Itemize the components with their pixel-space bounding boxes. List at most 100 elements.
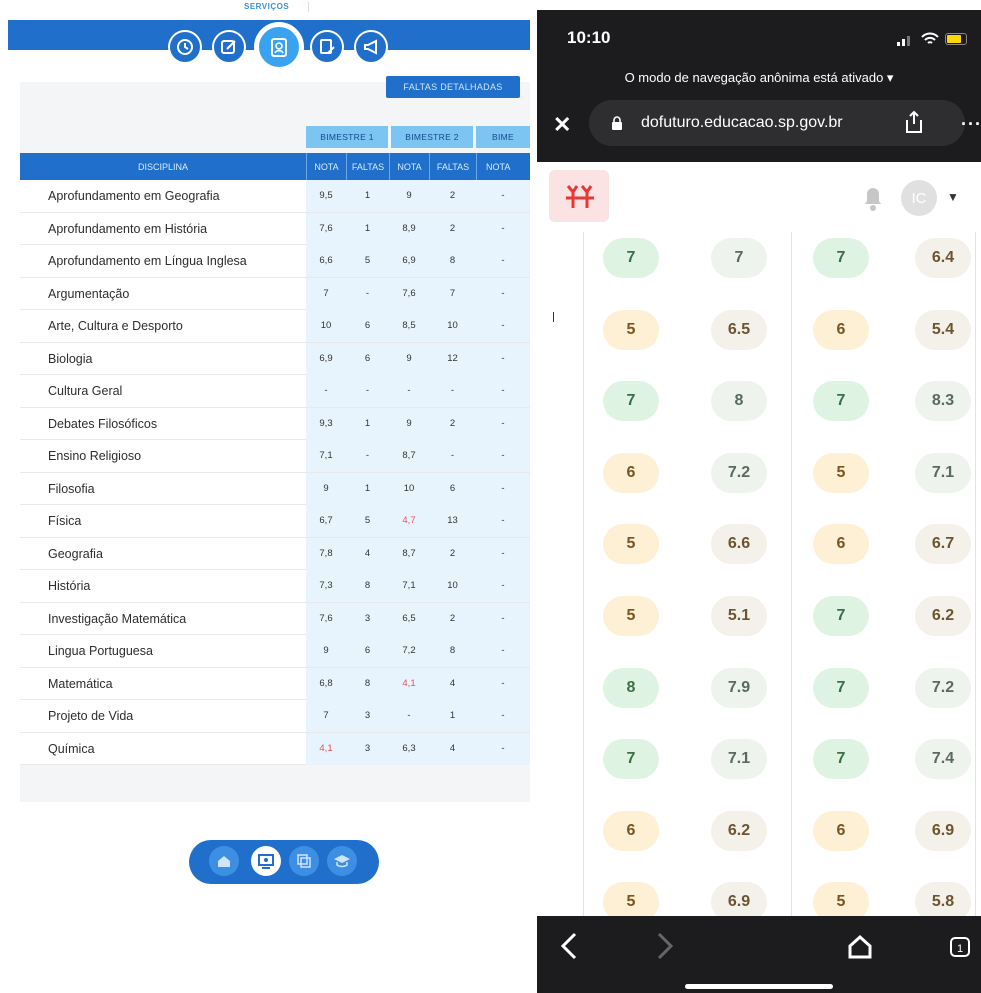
classroom-icon[interactable] <box>251 846 281 876</box>
megaphone-icon[interactable] <box>354 30 388 64</box>
graduation-icon[interactable] <box>327 846 357 876</box>
assignments-icon[interactable] <box>310 30 344 64</box>
nota-cell: 7,6 <box>306 212 346 245</box>
bimestre-2-header: BIMESTRE 2 <box>391 126 473 148</box>
scroll-marker <box>553 312 554 322</box>
nota-cell: 9,3 <box>306 407 346 440</box>
score-pill: 7 <box>813 238 869 278</box>
table-row: Debates Filosóficos 9,3 1 9 2- <box>20 407 530 440</box>
faltas-cell: 4 <box>346 537 389 570</box>
table-row: Matemática 6,8 8 4,1 4- <box>20 667 530 700</box>
score-pill: 7.2 <box>711 452 767 493</box>
faltas-cell: 6 <box>346 342 389 375</box>
chevron-down-icon[interactable]: ▼ <box>947 190 959 204</box>
more-icon[interactable]: ··· <box>961 114 981 135</box>
table-row: História 7,3 8 7,1 10- <box>20 570 530 603</box>
bottom-navigation <box>189 840 379 884</box>
faltas-cell: 8 <box>346 570 389 602</box>
score-pill: 5 <box>813 452 869 493</box>
faltas-cell: - <box>346 375 389 407</box>
faltas-cell: - <box>346 277 389 310</box>
faltas-cell: 5 <box>346 505 389 537</box>
nota-cell: 4,1 <box>389 667 429 700</box>
nota-cell: 9 <box>306 472 346 505</box>
edit-icon[interactable] <box>212 30 246 64</box>
table-row: Aprofundamento em História 7,6 1 8,9 2- <box>20 212 530 245</box>
avatar[interactable]: IC <box>901 180 937 216</box>
nota-cell: 9 <box>389 180 429 212</box>
table-row: Biologia 6,9 6 9 12- <box>20 342 530 375</box>
faltas-cell: 10 <box>429 570 476 602</box>
servicos-label[interactable]: SERVIÇOS <box>244 2 309 12</box>
faltas-cell: 1 <box>346 180 389 212</box>
nota-cell: - <box>476 537 530 570</box>
faltas-cell: 8 <box>429 245 476 277</box>
signal-icon <box>897 36 910 46</box>
column-divider <box>583 232 584 922</box>
incognito-banner[interactable]: O modo de navegação anônima está ativado… <box>537 70 981 86</box>
score-pill: 7.2 <box>915 667 971 708</box>
bimestre-3-header: BIME <box>476 126 530 148</box>
disciplina-name: Física <box>48 514 82 528</box>
home-icon[interactable] <box>209 846 239 876</box>
faltas-cell: 1 <box>346 407 389 440</box>
gallery-icon[interactable] <box>289 846 319 876</box>
disciplina-name: Investigação Matemática <box>48 611 187 626</box>
table-row: Filosofia 9 1 10 6- <box>20 472 530 505</box>
report-card-icon[interactable] <box>257 25 301 69</box>
nota-cell: 6,7 <box>306 505 346 537</box>
tabs-icon[interactable]: 1 <box>949 936 971 958</box>
disciplina-name: Aprofundamento em Língua Inglesa <box>48 254 247 268</box>
table-row: Física 6,7 5 4,7 13- <box>20 505 530 538</box>
faltas-cell: - <box>429 375 476 407</box>
table-row: Química 4,1 3 6,3 4- <box>20 732 530 765</box>
score-pill: 7.1 <box>915 452 971 493</box>
score-pill: 6.2 <box>915 596 971 636</box>
disciplina-name: Química <box>48 741 95 756</box>
share-icon[interactable] <box>903 110 925 134</box>
scores-grid: 7 7 7 6.4 5 6.5 6 5.4 7 8 7 8.3 6 7.2 5 7.1 5 6.6 6 6.7 5 5.1… <box>537 232 981 922</box>
nota-cell: - <box>476 472 530 505</box>
faltas-cell: 1 <box>429 700 476 732</box>
disciplina-name: Cultura Geral <box>48 384 123 398</box>
app-logo[interactable] <box>549 170 609 222</box>
table-row: Aprofundamento em Geografia 9,5 1 9 2- <box>20 180 530 213</box>
nota-cell: 7,8 <box>306 537 346 570</box>
home-icon[interactable] <box>847 934 873 960</box>
disciplina-name: História <box>48 579 91 593</box>
nota-cell: - <box>306 375 346 407</box>
faltas-header: FALTAS <box>429 153 476 180</box>
mobile-browser-panel: 10:10 O modo de navegação anônima está a… <box>537 10 981 993</box>
nota-cell: 7,1 <box>389 570 429 602</box>
history-icon[interactable] <box>168 30 202 64</box>
nota-cell: - <box>389 700 429 732</box>
faltas-cell: 8 <box>346 667 389 700</box>
nota-cell: 9,5 <box>306 180 346 212</box>
table-row: Cultura Geral - - - - - <box>20 375 530 408</box>
faltas-cell: 2 <box>429 180 476 212</box>
close-icon[interactable]: ✕ <box>553 112 571 138</box>
faltas-cell: 5 <box>346 245 389 277</box>
forward-icon[interactable] <box>655 932 675 960</box>
score-pill: 6.9 <box>915 810 971 851</box>
faltas-detalhadas-button[interactable]: FALTAS DETALHADAS <box>386 76 520 98</box>
score-pill: 6 <box>813 309 869 350</box>
faltas-cell: 6 <box>429 472 476 505</box>
faltas-cell: 1 <box>346 472 389 505</box>
url-bar[interactable]: dofuturo.educacao.sp.gov.br <box>589 100 965 146</box>
status-bar: 10:10 <box>537 10 981 58</box>
bell-icon[interactable] <box>861 184 885 212</box>
score-pill: 8.3 <box>915 381 971 422</box>
score-pill: 5.4 <box>915 309 971 350</box>
score-pill: 6 <box>603 810 659 851</box>
faltas-cell: 12 <box>429 342 476 375</box>
nota-cell: 9 <box>306 635 346 667</box>
nota-cell: 7,2 <box>389 635 429 667</box>
nota-cell: - <box>476 667 530 700</box>
nota-cell: 10 <box>389 472 429 505</box>
nota-cell: 7 <box>306 277 346 310</box>
nota-cell: 8,7 <box>389 440 429 472</box>
back-icon[interactable] <box>559 932 579 960</box>
nota-cell: - <box>476 505 530 537</box>
disciplina-name: Ensino Religioso <box>48 449 142 463</box>
